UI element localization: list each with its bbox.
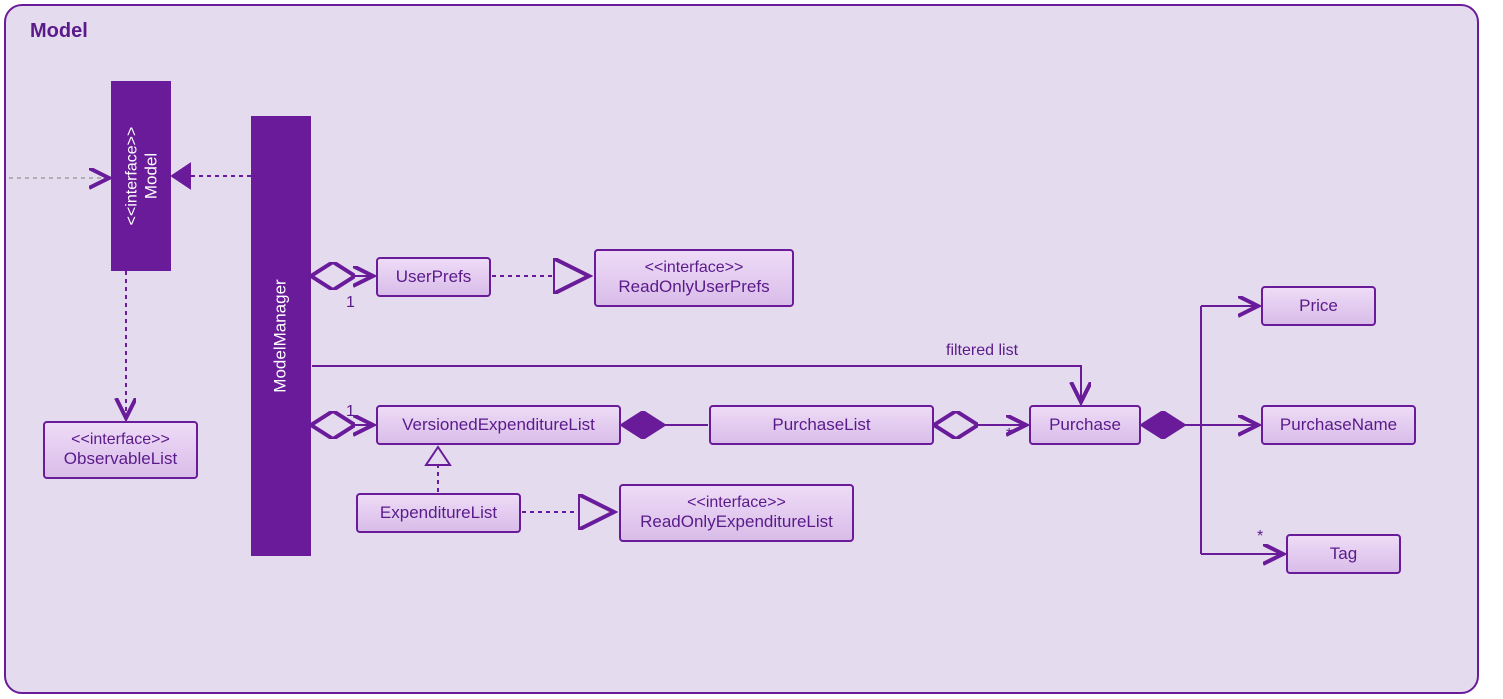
class-user-prefs: UserPrefs: [376, 257, 491, 297]
class-name: Purchase: [1043, 415, 1127, 435]
class-model-manager: ModelManager: [251, 116, 311, 556]
label-multiplicity: 1: [346, 403, 355, 421]
class-name: ReadOnlyUserPrefs: [608, 277, 780, 297]
class-name: Model: [141, 153, 160, 199]
package-model: Model <<interface>> Model ModelManager <…: [4, 4, 1479, 694]
class-model-interface: <<interface>> Model: [111, 81, 171, 271]
label-multiplicity: *: [1006, 426, 1012, 444]
class-name: ReadOnlyExpenditureList: [633, 512, 840, 532]
label-multiplicity: *: [1257, 528, 1263, 546]
stereotype-label: <<interface>>: [123, 127, 140, 226]
class-name: UserPrefs: [390, 267, 477, 287]
class-purchase-name: PurchaseName: [1261, 405, 1416, 445]
class-name: ModelManager: [271, 279, 290, 392]
class-name: ObservableList: [57, 449, 184, 469]
class-name: Tag: [1300, 544, 1387, 564]
diagram-connectors: ObservableList (dashed dependency arrow …: [6, 6, 1481, 696]
class-name: Price: [1275, 296, 1362, 316]
class-observable-list: <<interface>> ObservableList: [43, 421, 198, 479]
label-filtered-list: filtered list: [946, 342, 1018, 360]
class-expenditure-list: ExpenditureList: [356, 493, 521, 533]
stereotype-label: <<interface>>: [608, 259, 780, 277]
class-readonly-userprefs: <<interface>> ReadOnlyUserPrefs: [594, 249, 794, 307]
class-name: VersionedExpenditureList: [390, 415, 607, 435]
class-name: PurchaseName: [1275, 415, 1402, 435]
class-purchase-list: PurchaseList: [709, 405, 934, 445]
class-purchase: Purchase: [1029, 405, 1141, 445]
class-price: Price: [1261, 286, 1376, 326]
stereotype-label: <<interface>>: [633, 494, 840, 512]
class-versioned-exp-list: VersionedExpenditureList: [376, 405, 621, 445]
class-name: PurchaseList: [723, 415, 920, 435]
package-title: Model: [30, 20, 88, 43]
label-multiplicity: 1: [346, 294, 355, 312]
class-name: ExpenditureList: [370, 503, 507, 523]
stereotype-label: <<interface>>: [57, 431, 184, 449]
class-tag: Tag: [1286, 534, 1401, 574]
class-readonly-exp-list: <<interface>> ReadOnlyExpenditureList: [619, 484, 854, 542]
